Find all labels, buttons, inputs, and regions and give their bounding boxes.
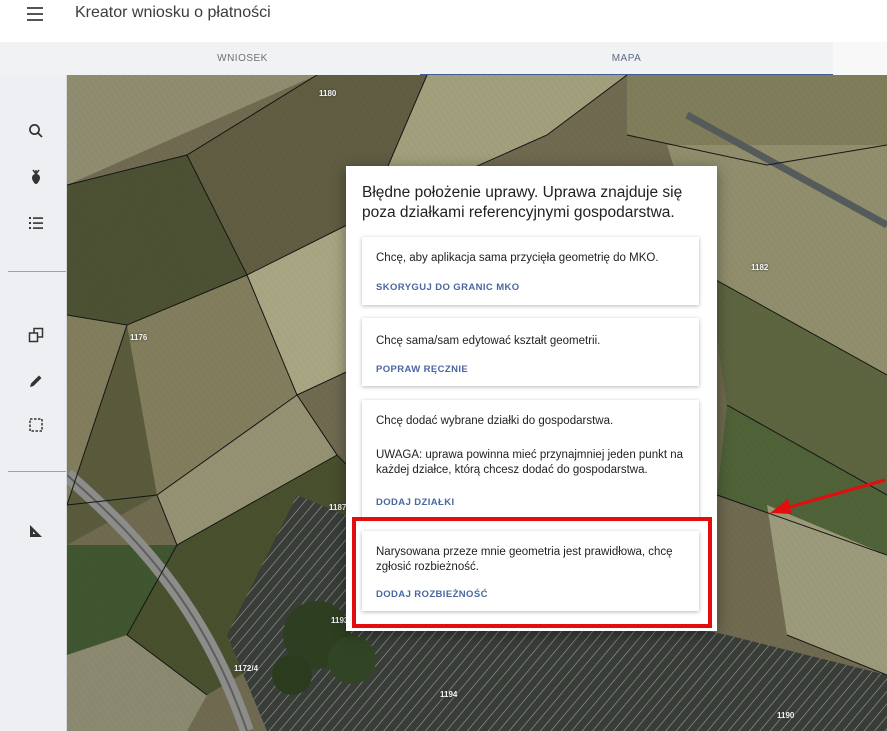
tab-wniosek[interactable]: WNIOSEK bbox=[65, 42, 420, 75]
option-text: Chcę sama/sam edytować kształt geometrii… bbox=[376, 335, 601, 347]
select-area-icon bbox=[29, 418, 43, 432]
edit-geometry-button[interactable] bbox=[0, 365, 66, 397]
app-title: Kreator wniosku o płatności bbox=[75, 4, 271, 21]
tab-bar-edge bbox=[833, 42, 887, 75]
search-tool-button[interactable] bbox=[0, 115, 66, 147]
error-dialog: Błędne położenie uprawy. Uprawa znajduje… bbox=[346, 166, 717, 631]
plot-number: 1190 bbox=[777, 711, 795, 720]
add-discrepancy-button[interactable]: DODAJ ROZBIEŻNOŚĆ bbox=[376, 589, 488, 600]
plot-number: 1187 bbox=[329, 503, 347, 512]
option-card-add-parcels: Chcę dodać wybrane działki do gospodarst… bbox=[362, 400, 699, 518]
hamburger-menu-icon[interactable] bbox=[27, 7, 43, 21]
search-icon bbox=[29, 124, 43, 138]
map-toolbar bbox=[0, 75, 67, 731]
pencil-edit-icon bbox=[30, 375, 42, 387]
plot-number: 1180 bbox=[319, 89, 337, 98]
crop-plant-icon bbox=[32, 169, 40, 184]
plot-number: 1182 bbox=[751, 263, 769, 272]
toolbar-divider bbox=[8, 471, 66, 472]
select-area-button[interactable] bbox=[0, 409, 66, 441]
measure-icon bbox=[30, 525, 42, 537]
option-text: Chcę dodać wybrane działki do gospodarst… bbox=[376, 415, 614, 427]
plot-number: 1194 bbox=[440, 690, 458, 699]
manual-fix-button[interactable]: POPRAW RĘCZNIE bbox=[376, 364, 468, 375]
copy-geometry-button[interactable] bbox=[0, 319, 66, 351]
option-note: UWAGA: uprawa powinna mieć przynajmniej … bbox=[376, 449, 684, 476]
list-icon bbox=[29, 217, 43, 229]
copy-geometry-icon bbox=[28, 327, 44, 343]
option-card-discrepancy: Narysowana przeze mnie geometria jest pr… bbox=[362, 531, 699, 611]
dialog-title: Błędne położenie uprawy. Uprawa znajduje… bbox=[362, 184, 683, 221]
app-bar: Kreator wniosku o płatności bbox=[0, 0, 887, 42]
plot-number: 1172/4 bbox=[234, 664, 259, 673]
list-tool-button[interactable] bbox=[0, 207, 66, 239]
measure-button[interactable] bbox=[0, 515, 66, 547]
toolbar-divider bbox=[8, 271, 66, 272]
option-card-clip: Chcę, aby aplikacja sama przycięła geome… bbox=[362, 237, 699, 305]
plot-number: 1176 bbox=[130, 333, 148, 342]
clip-to-mko-button[interactable]: SKORYGUJ DO GRANIC MKO bbox=[376, 282, 520, 293]
red-arrow-icon bbox=[770, 478, 886, 514]
option-text: Narysowana przeze mnie geometria jest pr… bbox=[376, 546, 673, 573]
option-text: Chcę, aby aplikacja sama przycięła geome… bbox=[376, 252, 659, 264]
crop-tool-button[interactable] bbox=[0, 161, 66, 193]
option-card-manual: Chcę sama/sam edytować kształt geometrii… bbox=[362, 318, 699, 386]
tab-mapa[interactable]: MAPA bbox=[420, 42, 833, 76]
add-parcels-button[interactable]: DODAJ DZIAŁKI bbox=[376, 497, 455, 508]
tab-bar: WNIOSEK MAPA bbox=[0, 42, 887, 76]
